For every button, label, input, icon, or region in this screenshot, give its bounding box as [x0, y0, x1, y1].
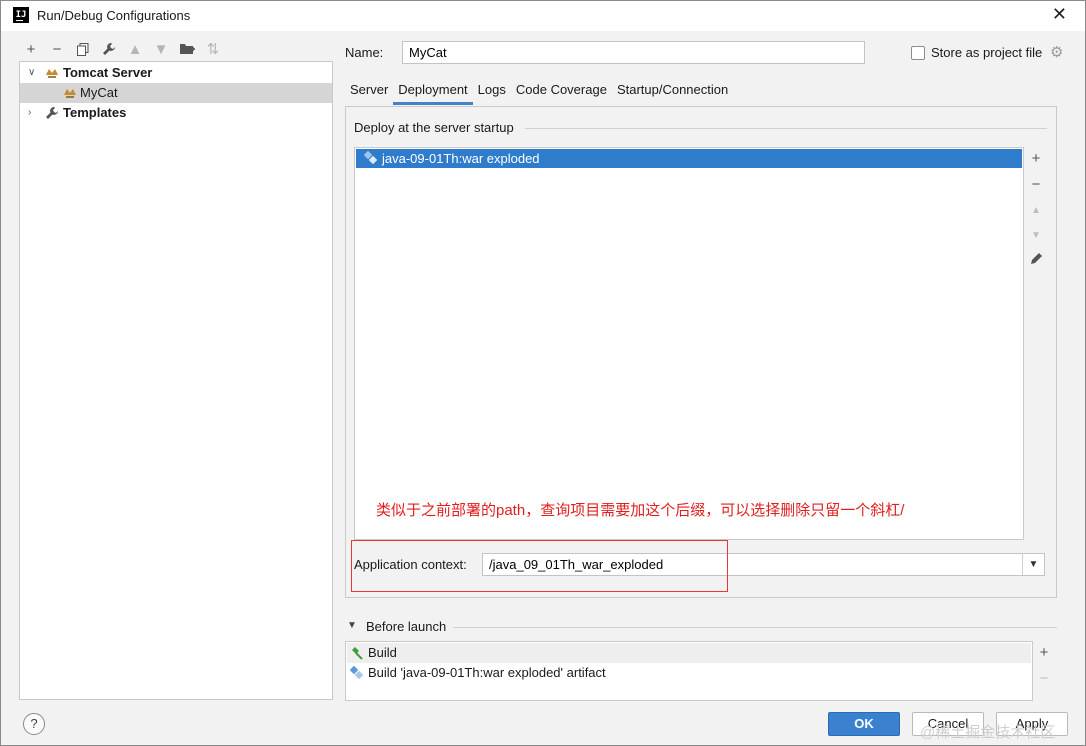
list-item[interactable]: java-09-01Th:war exploded: [356, 149, 1022, 168]
name-label: Name:: [345, 45, 384, 60]
tree-item-label: Tomcat Server: [63, 65, 153, 80]
intellij-app-icon: IJ: [13, 7, 29, 23]
chevron-down-icon[interactable]: ▼: [347, 620, 357, 631]
wrench-icon: [46, 107, 58, 119]
tab-deployment[interactable]: Deployment: [393, 79, 473, 105]
remove-icon[interactable]: −: [47, 39, 67, 59]
tree-item-label: Templates: [63, 105, 127, 120]
ok-button[interactable]: OK: [828, 712, 900, 736]
application-context-label: Application context:: [354, 557, 467, 572]
remove-icon[interactable]: −: [1026, 175, 1046, 195]
section-divider: [453, 627, 1057, 628]
add-icon[interactable]: +: [1026, 149, 1046, 169]
store-as-project-file-checkbox[interactable]: [911, 46, 925, 60]
before-launch-list: Build Build 'java-09-01Th:war exploded' …: [345, 641, 1033, 701]
store-as-project-file-label[interactable]: Store as project file: [931, 45, 1042, 60]
tree-item-templates[interactable]: › Templates: [20, 103, 332, 123]
add-icon[interactable]: +: [21, 39, 41, 59]
artifact-icon: [350, 666, 364, 680]
deploy-section-title: Deploy at the server startup: [354, 120, 514, 135]
gear-icon[interactable]: ⚙: [1050, 43, 1063, 61]
tab-startup-connection[interactable]: Startup/Connection: [612, 79, 733, 105]
before-launch-title[interactable]: Before launch: [366, 619, 446, 634]
section-divider: [525, 128, 1047, 129]
name-input[interactable]: [402, 41, 865, 64]
add-icon[interactable]: +: [1034, 643, 1054, 663]
help-icon[interactable]: ?: [23, 713, 45, 735]
title-bar: IJ Run/Debug Configurations ✕: [1, 1, 1085, 31]
tree-item-tomcat-server[interactable]: ∨ Tomcat Server: [20, 63, 332, 83]
sort-icon[interactable]: ⇅: [203, 39, 223, 59]
list-item[interactable]: Build 'java-09-01Th:war exploded' artifa…: [347, 663, 1031, 683]
tab-server[interactable]: Server: [345, 79, 393, 105]
remove-icon[interactable]: −: [1034, 669, 1054, 689]
move-down-icon[interactable]: ▼: [151, 39, 171, 59]
edit-pencil-icon[interactable]: [1026, 252, 1046, 272]
before-launch-item-label: Build: [368, 645, 397, 660]
tab-logs[interactable]: Logs: [473, 79, 511, 105]
config-toolbar: + − ▲ ▼ ⇅: [21, 38, 223, 60]
run-debug-dialog: IJ Run/Debug Configurations ✕ + − ▲ ▼ ⇅ …: [0, 0, 1086, 746]
tree-item-mycat[interactable]: MyCat: [20, 83, 332, 103]
window-title: Run/Debug Configurations: [37, 8, 191, 23]
chevron-down-icon[interactable]: ∨: [28, 63, 38, 83]
wrench-icon[interactable]: [99, 39, 119, 59]
tree-item-label: MyCat: [80, 85, 118, 100]
move-up-icon[interactable]: ▲: [1026, 201, 1046, 221]
close-icon[interactable]: ✕: [1052, 4, 1067, 25]
watermark: @稀土掘金技术社区: [920, 724, 1056, 741]
build-hammer-icon: [352, 647, 363, 660]
deploy-list: java-09-01Th:war exploded: [354, 147, 1024, 540]
move-down-icon[interactable]: ▼: [1026, 226, 1046, 246]
tomcat-icon: [64, 89, 76, 98]
configuration-tree: ∨ Tomcat Server MyCat › Templates: [19, 61, 333, 700]
chevron-right-icon[interactable]: ›: [28, 103, 38, 123]
application-context-input[interactable]: [482, 553, 1045, 576]
tomcat-icon: [46, 69, 58, 78]
config-tabs: Server Deployment Logs Code Coverage Sta…: [345, 79, 733, 105]
before-launch-item-label: Build 'java-09-01Th:war exploded' artifa…: [368, 665, 606, 680]
annotation-note: 类似于之前部署的path，查询项目需要加这个后缀，可以选择删除只留一个斜杠/: [376, 502, 905, 519]
chevron-down-icon[interactable]: ▼: [1022, 554, 1044, 575]
copy-icon[interactable]: [73, 39, 93, 59]
tab-code-coverage[interactable]: Code Coverage: [511, 79, 612, 105]
artifact-icon: [364, 151, 378, 165]
folder-icon[interactable]: [177, 39, 197, 59]
deploy-item-label: java-09-01Th:war exploded: [382, 151, 540, 166]
list-item[interactable]: Build: [347, 643, 1031, 663]
move-up-icon[interactable]: ▲: [125, 39, 145, 59]
